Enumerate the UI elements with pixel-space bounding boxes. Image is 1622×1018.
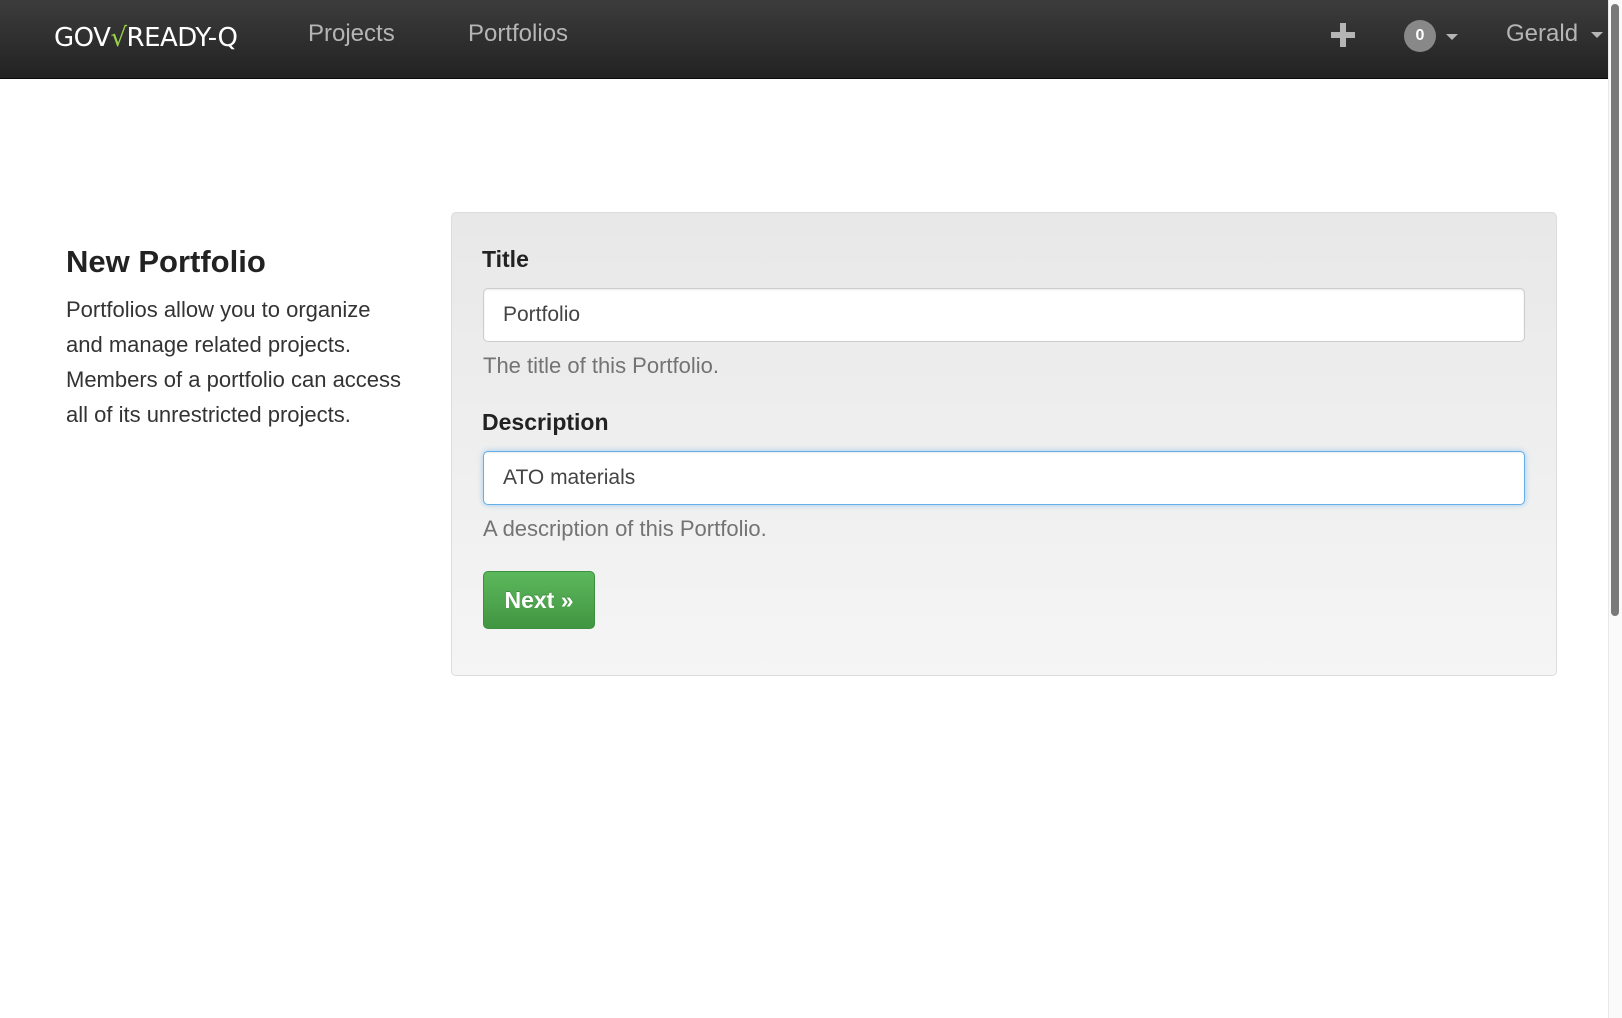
title-input[interactable] [483,288,1525,342]
description-input[interactable] [483,451,1525,505]
title-field-label: Title [482,246,529,272]
description-help-text: A description of this Portfolio. [483,516,767,541]
plus-icon-graphic [1331,23,1355,47]
brand-logo-suffix: READY-Q [126,23,238,53]
nav-link-projects[interactable]: Projects [308,17,395,51]
notifications-dropdown[interactable]: 0 [1404,20,1464,52]
brand-logo-check: √ [110,23,127,53]
notification-count-badge: 0 [1404,20,1436,52]
chevron-down-icon [1446,34,1458,40]
user-name: Gerald [1506,20,1579,47]
page-description: Portfolios allow you to organize and man… [66,297,402,427]
brand-logo[interactable]: GOV√READY-Q [54,18,238,58]
top-navbar: GOV√READY-Q Projects Portfolios 0 Gerald [0,0,1608,79]
page-title: New Portfolio [66,244,266,279]
chevron-down-icon [1591,32,1603,38]
brand-logo-prefix: GOV [54,23,111,53]
next-button[interactable]: Next » [483,571,595,629]
new-portfolio-form: Title The title of this Portfolio. Descr… [451,212,1557,676]
user-menu-dropdown[interactable]: Gerald [1506,17,1606,51]
nav-link-portfolios[interactable]: Portfolios [468,17,568,51]
title-help-text: The title of this Portfolio. [483,353,719,378]
plus-icon[interactable] [1328,18,1358,52]
description-field-label: Description [482,409,609,435]
scrollbar-thumb[interactable] [1611,4,1619,616]
